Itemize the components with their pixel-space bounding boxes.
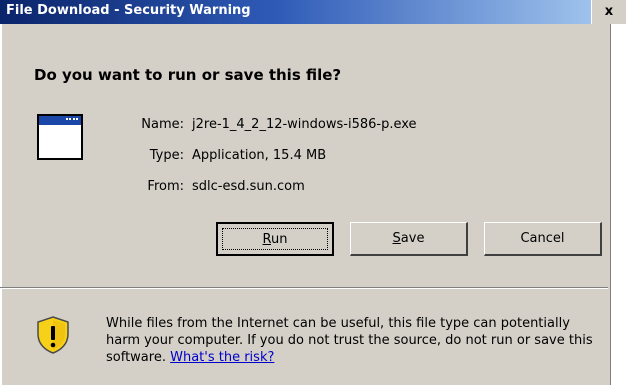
cancel-button[interactable]: Cancel — [484, 222, 602, 256]
run-label-rest: un — [270, 232, 288, 247]
save-button[interactable]: Save — [350, 222, 468, 256]
application-window-icon — [37, 114, 83, 160]
title-bar: File Download - Security Warning — [0, 0, 614, 24]
question-heading: Do you want to run or save this file? — [34, 66, 342, 84]
from-value: sdlc-esd.sun.com — [192, 179, 305, 194]
type-label: Type: — [149, 148, 184, 163]
save-label-rest: ave — [400, 231, 425, 246]
from-label: From: — [147, 179, 184, 194]
save-mnemonic: S — [392, 231, 401, 246]
type-value: Application, 15.4 MB — [192, 148, 327, 163]
close-button[interactable]: x — [591, 0, 626, 24]
separator — [0, 287, 608, 289]
run-button[interactable]: Run — [216, 222, 334, 256]
name-value: j2re-1_4_2_12-windows-i586-p.exe — [192, 117, 417, 132]
shield-warning-icon — [37, 316, 69, 354]
security-warning-text: While files from the Internet can be use… — [106, 315, 606, 366]
run-mnemonic: R — [262, 232, 271, 247]
icon-title-dots — [66, 118, 78, 123]
whats-the-risk-link[interactable]: What's the risk? — [170, 350, 274, 365]
name-label: Name: — [141, 117, 184, 132]
window-title: File Download - Security Warning — [6, 3, 251, 18]
